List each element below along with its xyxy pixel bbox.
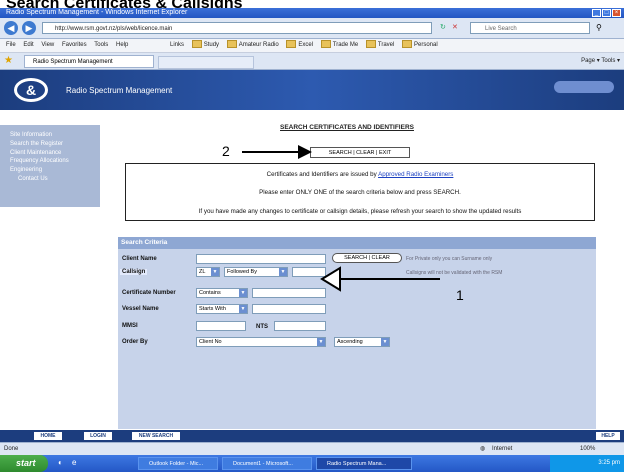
start-button[interactable]: start [0,455,48,472]
arrow-1-icon [320,266,440,292]
quicklaunch-icon[interactable]: ◐ [58,458,63,467]
site-footer-bar: HOME LOGIN NEW SEARCH HELP [0,430,624,442]
taskbar-item-ie[interactable]: Radio Spectrum Mana... [316,457,412,470]
arrow-2-icon [242,145,312,159]
status-bar: Done ◍ Internet 100% [0,442,624,456]
footer-help-link[interactable]: HELP [596,432,620,440]
annotation-label-1: 1 [456,287,464,303]
status-text: Done [4,446,19,452]
system-tray: 3:25 pm [550,455,624,472]
footer-home-link[interactable]: HOME [34,432,62,440]
footer-login-link[interactable]: LOGIN [84,432,112,440]
ie-icon[interactable]: e [72,458,76,467]
taskbar-item-outlook[interactable]: Outlook Folder - Mic... [138,457,218,470]
taskbar-item-word[interactable]: Document1 - Microsoft... [222,457,312,470]
annotation-layer [242,145,440,292]
taskbar: start ◐ e Outlook Folder - Mic... Docume… [0,455,624,472]
annotation-label-2: 2 [222,143,230,159]
footer-new-search-link[interactable]: NEW SEARCH [132,432,180,440]
clock: 3:25 pm [598,460,620,466]
